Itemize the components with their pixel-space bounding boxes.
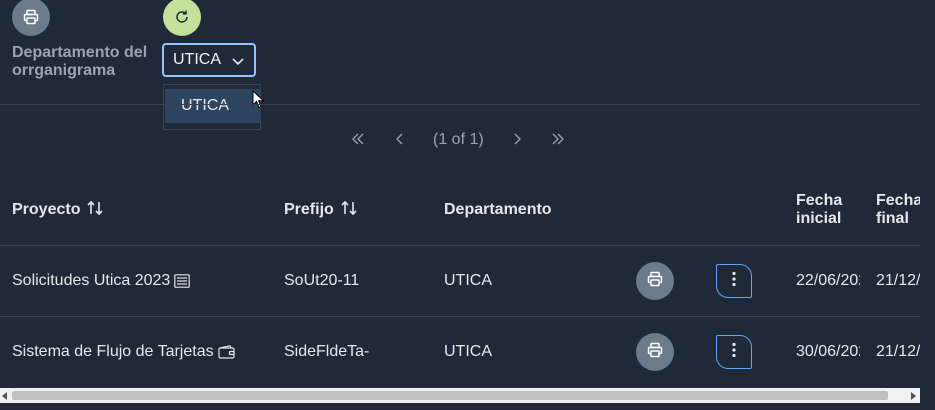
table-row-2-departamento: UTICA xyxy=(444,343,492,360)
row-menu-button[interactable] xyxy=(716,335,752,369)
header-fecha-final: Fecha final xyxy=(876,175,920,245)
cell-proyecto: Solicitudes Utica 2023 xyxy=(12,272,171,289)
list-icon xyxy=(174,274,191,288)
scrollbar-thumb[interactable] xyxy=(12,391,888,400)
department-select[interactable]: UTICA xyxy=(162,43,256,77)
table-row-2-fecha-final: 21/12/ xyxy=(876,343,920,360)
department-dropdown: UTICA xyxy=(163,84,261,130)
header-proyecto-label: Proyecto xyxy=(12,201,81,218)
printer-icon xyxy=(23,9,39,25)
row-print-button[interactable] xyxy=(636,333,674,371)
pagination-prev-button[interactable] xyxy=(393,131,405,152)
header-fecha-inicial: Fecha inicial xyxy=(796,175,842,245)
chevron-right-icon xyxy=(514,133,521,145)
sort-icon[interactable] xyxy=(86,199,104,222)
refresh-icon xyxy=(174,9,190,25)
header-proyecto[interactable]: Proyecto xyxy=(12,175,104,245)
double-chevron-left-icon xyxy=(352,133,364,145)
header-fecha-final-line1: Fecha xyxy=(876,192,920,209)
table-row-1-fecha-inicial: 22/06/202 xyxy=(796,272,860,289)
refresh-button[interactable] xyxy=(163,0,201,36)
table-row-1-prefijo: SoUt20-11 xyxy=(284,272,360,289)
mouse-cursor-icon xyxy=(252,89,266,115)
printer-icon xyxy=(647,271,663,292)
chevron-left-icon xyxy=(396,133,403,145)
section-divider xyxy=(0,104,935,105)
department-filter-label-line1: Departamento del xyxy=(12,44,148,61)
department-select-value: UTICA xyxy=(173,51,221,68)
pagination-status: (1 of 1) xyxy=(433,131,484,148)
department-filter-label: Departamento del orrganigrama xyxy=(12,44,162,80)
wallet-icon xyxy=(217,345,236,359)
scroll-left-arrow-icon[interactable] xyxy=(2,392,7,400)
right-edge xyxy=(920,0,935,410)
more-vertical-icon xyxy=(732,342,736,363)
chevron-down-icon xyxy=(231,54,245,73)
scroll-right-arrow-icon[interactable] xyxy=(911,392,916,400)
printer-icon xyxy=(647,342,663,363)
department-option-utica[interactable]: UTICA xyxy=(165,89,260,123)
header-departamento: Departamento xyxy=(444,175,552,245)
department-filter-label-line2: orrganigrama xyxy=(12,62,116,79)
header-prefijo-label: Prefijo xyxy=(284,201,334,218)
pagination-next-button[interactable] xyxy=(512,131,524,152)
row-menu-button[interactable] xyxy=(716,264,752,298)
header-departamento-label: Departamento xyxy=(444,201,552,218)
pagination-last-button[interactable] xyxy=(550,131,566,152)
header-fecha-inicial-line1: Fecha xyxy=(796,192,843,209)
table-row-2-prefijo: SideFldeTa- xyxy=(284,343,370,360)
cell-proyecto: Sistema de Flujo de Tarjetas xyxy=(12,343,214,360)
table-row-2-fecha-inicial: 30/06/202 xyxy=(796,343,860,360)
table-row-2-proyecto: Sistema de Flujo de Tarjetas xyxy=(12,317,272,387)
table-row-1-proyecto: Solicitudes Utica 2023 xyxy=(12,246,272,316)
more-vertical-icon xyxy=(732,271,736,292)
table-row-1-departamento: UTICA xyxy=(444,272,492,289)
header-fecha-final-line2: final xyxy=(876,210,909,227)
header-prefijo[interactable]: Prefijo xyxy=(284,175,358,245)
header-fecha-inicial-line2: inicial xyxy=(796,210,842,227)
app-root: Departamento del orrganigrama UTICA UTIC… xyxy=(0,0,935,410)
sort-icon[interactable] xyxy=(340,199,358,222)
double-chevron-right-icon xyxy=(552,133,564,145)
horizontal-scrollbar[interactable] xyxy=(0,388,920,403)
row-print-button[interactable] xyxy=(636,262,674,300)
table-row-1-fecha-final: 21/12/ xyxy=(876,272,920,289)
print-button[interactable] xyxy=(12,0,50,36)
pagination-first-button[interactable] xyxy=(350,131,366,152)
